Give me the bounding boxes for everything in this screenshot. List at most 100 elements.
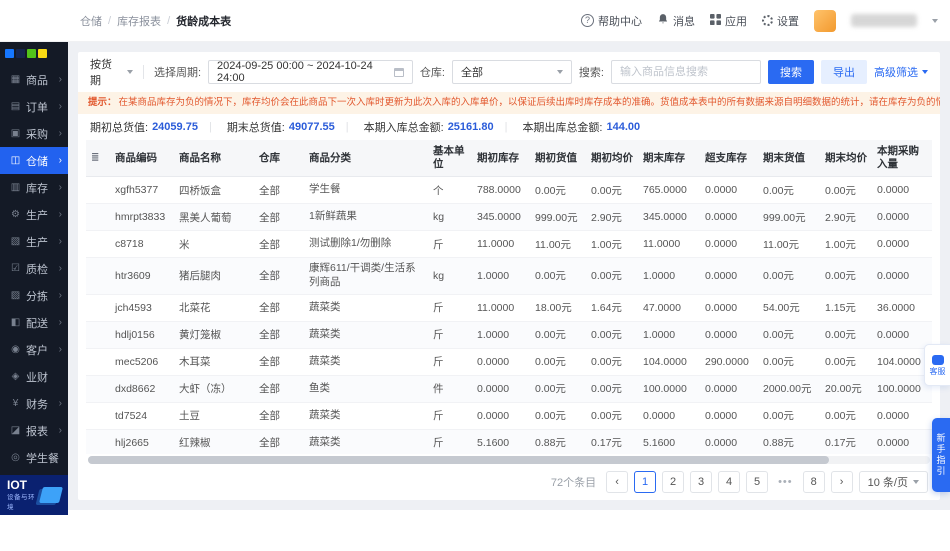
beginner-guide-float-button[interactable]: 新手指引 [932, 418, 950, 492]
logo-tile [38, 49, 47, 58]
messages-label: 消息 [673, 15, 695, 28]
stat-label: 期初总货值: [90, 122, 149, 134]
row-leading-cell [86, 429, 110, 454]
avatar[interactable] [814, 9, 836, 32]
column-settings-icon[interactable]: ≣ [91, 152, 99, 163]
chevron-right-icon: › [58, 208, 62, 220]
cell: 0.00元 [758, 176, 820, 205]
cell: dxd8662 [110, 375, 174, 403]
row-leading-cell [86, 402, 110, 430]
sidebar-item-label: 商品 [26, 74, 48, 87]
cell: 11.0000 [472, 230, 530, 259]
chevron-right-icon: › [58, 235, 62, 247]
chevron-down-icon[interactable] [932, 18, 938, 23]
messages-button[interactable]: 消息 [657, 13, 695, 29]
breadcrumb-item[interactable]: 库存报表 [117, 13, 161, 29]
storage-icon: ◫ [10, 155, 21, 166]
page-button[interactable]: 4 [718, 471, 741, 493]
settings-label: 设置 [777, 15, 799, 28]
page-button[interactable]: 5 [746, 471, 769, 493]
goods-icon: ▦ [10, 74, 21, 85]
cell: 290.0000 [700, 348, 758, 376]
sidebar-item-inventory[interactable]: ▥ 库存 › [0, 174, 68, 201]
page-button[interactable]: 2 [662, 471, 685, 493]
export-button[interactable]: 导出 [820, 60, 867, 84]
cell: 0.00元 [586, 375, 638, 403]
sidebar-item-report[interactable]: ◪ 报表 › [0, 417, 68, 444]
page-button[interactable]: 3 [690, 471, 713, 493]
student-meal-icon: ◎ [11, 452, 20, 463]
search-button[interactable]: 搜索 [767, 60, 814, 84]
grid-icon [710, 13, 721, 28]
cell: 斤 [428, 402, 472, 430]
sidebar-item-label: 学生餐 [26, 452, 59, 465]
help-center-button[interactable]: ? 帮助中心 [581, 13, 642, 29]
sidebar-item-storage[interactable]: ◫ 仓储 › [0, 147, 68, 174]
date-range-input[interactable]: 2024-09-25 00:00 ~ 2024-10-24 24:00 [208, 60, 413, 84]
sidebar-item-finance[interactable]: ¥ 财务 › [0, 390, 68, 417]
cell: 全部 [254, 321, 304, 349]
cell: 1.00元 [586, 230, 638, 259]
cell: 0.0000 [472, 402, 530, 430]
chevron-right-icon: › [58, 181, 62, 193]
next-page-button[interactable]: › [830, 471, 853, 493]
sidebar-item-production[interactable]: ⚙ 生产 › [0, 201, 68, 228]
column-header: 期末货值 [758, 140, 820, 178]
cell: 1.64元 [586, 294, 638, 322]
column-header: 期初均价 [586, 140, 638, 178]
sidebar-item-finance-biz[interactable]: ◈ 业财 [0, 363, 68, 390]
scrollbar-thumb[interactable] [88, 456, 829, 464]
customer-service-float-button[interactable]: 客服 [924, 344, 950, 386]
cell: 0.0000 [638, 402, 700, 430]
cell: xgfh5377 [110, 176, 174, 205]
page-size-select[interactable]: 10 条/页 [858, 471, 928, 493]
page-button[interactable]: 1 [634, 471, 657, 493]
cell: 0.17元 [586, 429, 638, 454]
sidebar-item-goods[interactable]: ▦ 商品 › [0, 66, 68, 93]
divider [142, 65, 144, 79]
cell: 全部 [254, 230, 304, 259]
search-input[interactable] [610, 60, 761, 84]
chevron-right-icon: › [58, 316, 62, 328]
column-header: 期末均价 [820, 140, 872, 178]
page-button[interactable]: 8 [802, 471, 825, 493]
breadcrumb-item[interactable]: 仓储 [80, 13, 102, 29]
sidebar-item-label: 质检 [26, 263, 48, 276]
apps-button[interactable]: 应用 [710, 13, 747, 29]
sidebar-item-purchase[interactable]: ▣ 采购 › [0, 120, 68, 147]
report-icon: ◪ [10, 425, 21, 436]
cell: 0.0000 [700, 203, 758, 232]
cell: 345.0000 [472, 203, 530, 232]
help-center-label: 帮助中心 [598, 15, 642, 28]
stat-item: 期初总货值: 24059.75 [90, 119, 198, 135]
prev-page-button[interactable]: ‹ [606, 471, 629, 493]
content-card: 按货期 选择周期: 2024-09-25 00:00 ~ 2024-10-24 … [78, 52, 940, 500]
cell: jch4593 [110, 294, 174, 322]
settings-button[interactable]: 设置 [762, 13, 799, 29]
warehouse-select[interactable]: 全部 [451, 60, 572, 84]
cell: 1.15元 [820, 294, 872, 322]
sidebar-item-order[interactable]: ▤ 订单 › [0, 93, 68, 120]
row-leading-cell [86, 203, 110, 232]
horizontal-scrollbar[interactable] [88, 456, 930, 464]
mode-dropdown[interactable]: 按货期 [90, 56, 133, 88]
sidebar-item-customer[interactable]: ◉ 客户 › [0, 336, 68, 363]
advanced-filter-link[interactable]: 高级筛选 [874, 64, 928, 80]
table-row: htr3609 猪后腿肉 全部 康辉611/干调类/生活系列商品 kg 1.0000 0.0… [86, 257, 932, 295]
cell: 蔬菜类 [304, 402, 428, 430]
sidebar-item-sorting[interactable]: ▨ 分拣 › [0, 282, 68, 309]
cell: 0.0000 [872, 203, 932, 232]
column-header: 基本单位 [428, 140, 472, 178]
sidebar-item-label: 库存 [26, 182, 48, 195]
cell: 0.0000 [700, 402, 758, 430]
sidebar-item-delivery[interactable]: ◧ 配送 › [0, 309, 68, 336]
pagination: 72个条目 ‹ 1 2 3 4 5 ••• 8 › 10 条/页 [78, 464, 940, 500]
customer-service-label: 客服 [929, 366, 946, 376]
sidebar-item-production-2[interactable]: ▧ 生产 › [0, 228, 68, 255]
cell: 0.0000 [700, 321, 758, 349]
cell: 斤 [428, 321, 472, 349]
sidebar-item-quality[interactable]: ☑ 质检 › [0, 255, 68, 282]
bell-icon [657, 13, 669, 28]
sidebar-item-student-meal[interactable]: ◎ 学生餐 [0, 444, 68, 471]
cell: 0.00元 [758, 348, 820, 376]
